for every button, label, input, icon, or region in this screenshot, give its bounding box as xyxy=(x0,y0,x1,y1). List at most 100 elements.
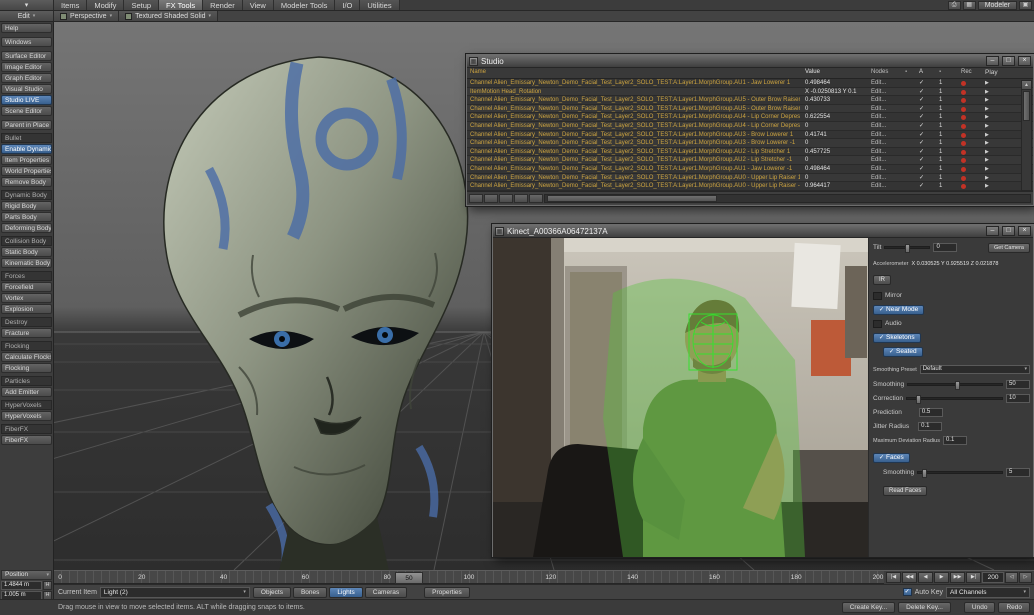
item-type-lights[interactable]: Lights xyxy=(329,587,362,598)
sidebar-item-parent-in-place[interactable]: Parent in Place xyxy=(1,120,52,130)
nodes-edit-button[interactable]: Edit... xyxy=(871,156,905,165)
footer-button[interactable] xyxy=(514,194,528,203)
active-checkbox[interactable]: ✓ xyxy=(919,96,931,105)
sidebar-item-item-properties[interactable]: Item Properties xyxy=(1,155,52,165)
menu-modify[interactable]: Modify xyxy=(87,0,124,10)
sidebar-item-calculate-flocks[interactable]: Calculate Flocks xyxy=(1,352,52,362)
smoothing-value[interactable]: 50 xyxy=(1006,380,1030,389)
nodes-edit-button[interactable]: Edit... xyxy=(871,96,905,105)
current-item-dropdown[interactable]: Light (2)▾ xyxy=(100,587,250,598)
sidebar-item-parts-body[interactable]: Parts Body xyxy=(1,212,52,222)
item-type-cameras[interactable]: Cameras xyxy=(365,587,407,598)
app-menu-button[interactable]: ▾ xyxy=(0,0,54,10)
nodes-edit-button[interactable]: Edit... xyxy=(871,131,905,140)
correction-slider[interactable] xyxy=(906,397,1003,400)
tilt-value[interactable]: 0 xyxy=(933,243,957,252)
channel-value[interactable]: 0.430733 xyxy=(805,96,867,105)
menu-fx-tools[interactable]: FX Tools xyxy=(159,0,203,10)
channel-row[interactable]: Channel Alien_Emissary_Newton_Demo_Facia… xyxy=(467,165,1033,174)
scroll-thumb[interactable] xyxy=(1023,91,1030,121)
play-button[interactable]: ▶ xyxy=(985,182,999,191)
channel-value[interactable]: 0.622554 xyxy=(805,113,867,122)
correction-value[interactable]: 10 xyxy=(1006,394,1030,403)
create-key-button[interactable]: Create Key... xyxy=(842,602,895,613)
col-play[interactable]: Play xyxy=(985,68,999,77)
print-icon[interactable]: ⎙ xyxy=(948,1,961,10)
col-name[interactable]: Name xyxy=(470,68,800,77)
modeler-button[interactable]: Modeler xyxy=(978,1,1017,10)
nodes-edit-button[interactable]: Edit... xyxy=(871,88,905,97)
channel-value[interactable]: 0 xyxy=(805,156,867,165)
edit-menu-button[interactable]: Edit▾ xyxy=(0,11,54,21)
channel-value[interactable]: 0 xyxy=(805,139,867,148)
sidebar-item-remove-body[interactable]: Remove Body xyxy=(1,177,52,187)
audio-checkbox[interactable] xyxy=(873,320,882,328)
x-envelope-button[interactable]: H xyxy=(43,581,52,590)
sidebar-item-explosion[interactable]: Explosion xyxy=(1,304,52,314)
nodes-edit-button[interactable]: Edit... xyxy=(871,139,905,148)
prediction-value[interactable]: 0.5 xyxy=(919,408,943,417)
playhead-handle[interactable]: 50 xyxy=(395,572,423,584)
menu-i-o[interactable]: I/O xyxy=(335,0,360,10)
sidebar-item-world-properties[interactable]: World Properties xyxy=(1,166,52,176)
maximize-button[interactable]: □ xyxy=(1002,226,1015,236)
active-checkbox[interactable]: ✓ xyxy=(919,156,931,165)
mirror-checkbox[interactable] xyxy=(873,292,882,300)
near-mode-toggle[interactable]: ✓Near Mode xyxy=(873,305,924,315)
maximize-button[interactable]: □ xyxy=(1002,56,1015,66)
nodes-edit-button[interactable]: Edit... xyxy=(871,182,905,191)
item-type-bones[interactable]: Bones xyxy=(293,587,327,598)
sidebar-item-surface-editor[interactable]: Surface Editor xyxy=(1,51,52,61)
active-checkbox[interactable]: ✓ xyxy=(919,113,931,122)
faces-smoothing-slider[interactable] xyxy=(917,471,1003,474)
col-nodes[interactable]: Nodes xyxy=(871,68,905,77)
active-checkbox[interactable]: ✓ xyxy=(919,88,931,97)
delete-key-button[interactable]: Delete Key... xyxy=(898,602,951,613)
faces-toggle[interactable]: ✓Faces xyxy=(873,453,910,463)
active-checkbox[interactable]: ✓ xyxy=(919,165,931,174)
active-checkbox[interactable]: ✓ xyxy=(919,148,931,157)
undo-button[interactable]: Undo xyxy=(964,602,996,613)
channel-value[interactable]: 0.498464 xyxy=(805,79,867,88)
channel-row[interactable]: Channel Alien_Emissary_Newton_Demo_Facia… xyxy=(467,96,1033,105)
max-deviation-value[interactable]: 0.1 xyxy=(943,436,967,445)
col-a[interactable]: A xyxy=(919,68,931,77)
kinect-titlebar[interactable]: ▦ Kinect_A00366A06472137A – □ × xyxy=(493,225,1033,238)
col-rec[interactable]: Rec xyxy=(961,68,977,77)
read-faces-button[interactable]: Read Faces xyxy=(883,486,927,496)
transport-button[interactable]: ▶ xyxy=(934,572,949,583)
nodes-edit-button[interactable]: Edit... xyxy=(871,79,905,88)
footer-button[interactable] xyxy=(499,194,513,203)
channel-row[interactable]: Channel Alien_Emissary_Newton_Demo_Facia… xyxy=(467,79,1033,88)
sidebar-item-fracture[interactable]: Fracture xyxy=(1,328,52,338)
view-mode-dropdown[interactable]: Perspective▾ xyxy=(54,11,119,21)
active-checkbox[interactable]: ✓ xyxy=(919,122,931,131)
channel-value[interactable]: X -0.0250813 Y 0.1 xyxy=(805,88,867,97)
channel-row[interactable]: Channel Alien_Emissary_Newton_Demo_Facia… xyxy=(467,105,1033,114)
seated-toggle[interactable]: ✓Seated xyxy=(883,347,923,357)
transform-mode-dropdown[interactable]: Position▾ xyxy=(1,570,52,580)
sidebar-item-deforming-body[interactable]: Deforming Body xyxy=(1,223,52,233)
channel-row[interactable]: Channel Alien_Emissary_Newton_Demo_Facia… xyxy=(467,113,1033,122)
channel-value[interactable]: 0 xyxy=(805,105,867,114)
transport-button[interactable]: ◀◀ xyxy=(902,572,917,583)
nodes-edit-button[interactable]: Edit... xyxy=(871,105,905,114)
sidebar-item-flocking[interactable]: Flocking xyxy=(1,363,52,373)
minimize-button[interactable]: – xyxy=(986,226,999,236)
sidebar-item-static-body[interactable]: Static Body xyxy=(1,247,52,257)
skeletons-toggle[interactable]: ✓Skeletons xyxy=(873,333,921,343)
channel-value[interactable]: 0.964417 xyxy=(805,182,867,191)
col-value[interactable]: Value xyxy=(805,68,867,77)
jitter-radius-value[interactable]: 0.1 xyxy=(918,422,942,431)
active-checkbox[interactable]: ✓ xyxy=(919,131,931,140)
channel-row[interactable]: Channel Alien_Emissary_Newton_Demo_Facia… xyxy=(467,174,1033,183)
sidebar-item-visual-studio[interactable]: Visual Studio xyxy=(1,84,52,94)
tilt-slider[interactable] xyxy=(884,246,930,249)
close-button[interactable]: × xyxy=(1018,56,1031,66)
channel-value[interactable]: 0.41741 xyxy=(805,131,867,140)
sidebar-item-image-editor[interactable]: Image Editor xyxy=(1,62,52,72)
channel-value[interactable]: 0.498464 xyxy=(805,165,867,174)
item-type-objects[interactable]: Objects xyxy=(253,587,291,598)
layout-icon[interactable]: ▦ xyxy=(963,1,976,10)
smoothing-slider[interactable] xyxy=(907,383,1003,386)
